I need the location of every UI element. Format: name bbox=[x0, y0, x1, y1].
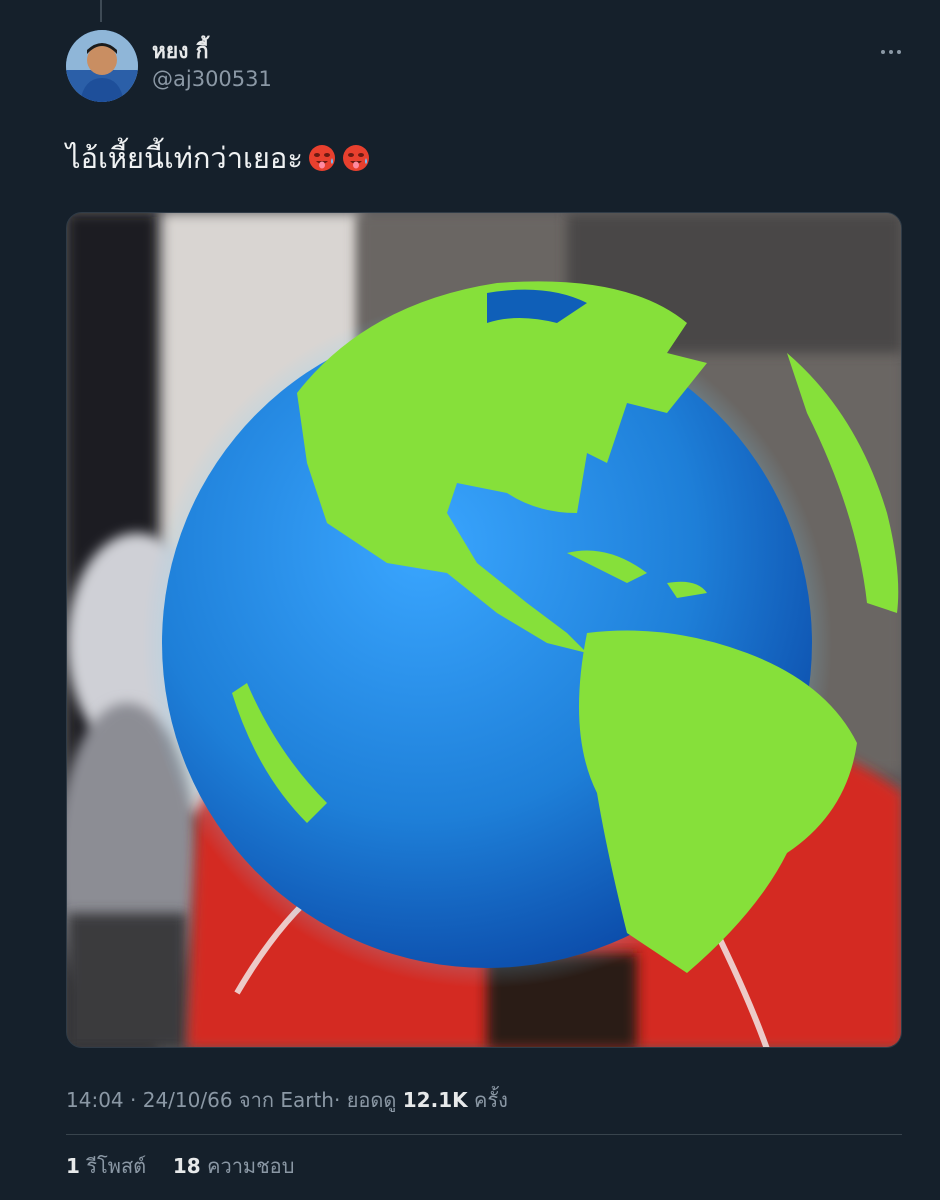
likes-label: ความชอบ bbox=[207, 1154, 295, 1178]
tweet-time[interactable]: 14:04 bbox=[66, 1088, 124, 1112]
tweet-media-image[interactable] bbox=[66, 212, 902, 1048]
tweet-detail-page: หยง กี้ @aj300531 ไอ้เหี้ยนี้เท่กว่าเยอะ bbox=[0, 0, 940, 1200]
retweets-count: 1 bbox=[66, 1154, 80, 1178]
views-count[interactable]: 12.1K bbox=[403, 1088, 468, 1112]
hot-face-emoji-icon bbox=[342, 145, 369, 171]
thread-connector-line bbox=[100, 0, 102, 22]
tweet-source: Earth bbox=[280, 1088, 334, 1112]
avatar[interactable] bbox=[66, 30, 138, 102]
divider bbox=[66, 1134, 902, 1135]
photo-with-globe-emoji bbox=[67, 213, 901, 1047]
tweet-meta: 14:04 · 24/10/66 จาก Earth· ยอดดู 12.1K … bbox=[66, 1084, 508, 1116]
tweet-header: หยง กี้ @aj300531 bbox=[66, 30, 906, 104]
likes-count: 18 bbox=[172, 1154, 201, 1178]
display-name[interactable]: หยง กี้ bbox=[152, 38, 272, 64]
source-prefix: จาก bbox=[238, 1088, 274, 1112]
more-options-icon[interactable] bbox=[876, 40, 906, 64]
user-handle[interactable]: @aj300531 bbox=[152, 64, 272, 94]
meta-separator-2: · bbox=[333, 1088, 341, 1112]
retweets-stat[interactable]: 1 รีโพสต์ bbox=[66, 1154, 153, 1178]
likes-stat[interactable]: 18 ความชอบ bbox=[173, 1154, 295, 1178]
tweet-date[interactable]: 24/10/66 bbox=[143, 1088, 233, 1112]
tweet-text-content: ไอ้เหี้ยนี้เท่กว่าเยอะ bbox=[66, 141, 303, 175]
tweet-stats: 1 รีโพสต์ 18 ความชอบ bbox=[66, 1150, 294, 1182]
hot-face-emoji-icon bbox=[308, 145, 335, 171]
views-suffix: ครั้ง bbox=[473, 1088, 508, 1112]
meta-separator: · bbox=[130, 1088, 137, 1112]
retweets-label: รีโพสต์ bbox=[86, 1154, 147, 1178]
author-names: หยง กี้ @aj300531 bbox=[152, 38, 272, 94]
views-label: ยอดดู bbox=[346, 1088, 397, 1112]
tweet-text: ไอ้เหี้ยนี้เท่กว่าเยอะ bbox=[66, 138, 371, 178]
